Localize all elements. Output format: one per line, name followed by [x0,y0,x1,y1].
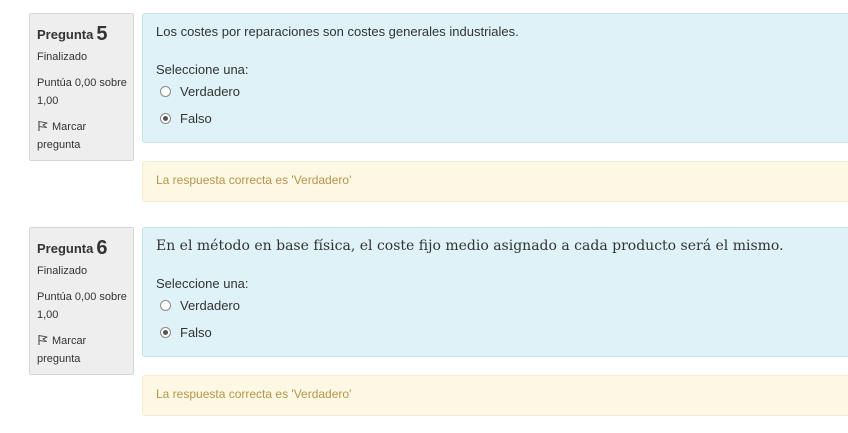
grade-line-1: Puntúa 0,00 sobre [37,77,127,89]
question-label: Pregunta [37,241,94,256]
flag-label-line-1: Marcar [52,335,87,347]
question-number-value: 5 [96,23,108,45]
flag-question-button[interactable]: Marcar pregunta [37,332,86,368]
radio-button-selected[interactable] [160,113,171,124]
grade-line-2: 1,00 [37,95,59,107]
answer-option-verdadero[interactable]: Verdadero [160,298,240,313]
option-label: Verdadero [180,298,240,313]
radio-button[interactable] [160,86,171,97]
correct-answer-feedback: La respuesta correcta es 'Verdadero' [142,161,848,202]
question-label: Pregunta [37,27,94,42]
question-state: Finalizado [37,51,88,63]
question-number: Pregunta 5 [37,23,107,46]
radio-button[interactable] [160,300,171,311]
question-number-value: 6 [96,237,108,259]
question-grade: Puntúa 0,00 sobre 1,00 [37,288,127,324]
question-content: En el método en base física, el coste fi… [142,227,848,357]
correct-answer-feedback: La respuesta correcta es 'Verdadero' [142,375,848,416]
flag-question-button[interactable]: Marcar pregunta [37,118,86,154]
grade-line-2: 1,00 [37,309,59,321]
flag-icon [38,335,48,345]
option-label: Falso [180,111,212,126]
question-number: Pregunta 6 [37,237,107,260]
question-info-panel: Pregunta 5 Finalizado Puntúa 0,00 sobre 1… [29,13,134,161]
answer-prompt: Seleccione una: [156,276,249,291]
answer-option-verdadero[interactable]: Verdadero [160,84,240,99]
answer-option-falso[interactable]: Falso [160,325,212,340]
question-text: Los costes por reparaciones son costes g… [156,24,519,39]
question-info-panel: Pregunta 6 Finalizado Puntúa 0,00 sobre 1… [29,227,134,375]
answer-option-falso[interactable]: Falso [160,111,212,126]
flag-label-line-1: Marcar [52,121,87,133]
feedback-text: La respuesta correcta es 'Verdadero' [156,173,352,187]
grade-line-1: Puntúa 0,00 sobre [37,291,127,303]
radio-button-selected[interactable] [160,327,171,338]
option-label: Verdadero [180,84,240,99]
question-text: En el método en base física, el coste fi… [156,238,784,254]
flag-icon [38,121,48,131]
question-state: Finalizado [37,265,88,277]
feedback-text: La respuesta correcta es 'Verdadero' [156,387,352,401]
question-content: Los costes por reparaciones son costes g… [142,13,848,143]
flag-label-line-2: pregunta [37,139,81,151]
question-grade: Puntúa 0,00 sobre 1,00 [37,74,127,110]
option-label: Falso [180,325,212,340]
answer-prompt: Seleccione una: [156,62,249,77]
flag-label-line-2: pregunta [37,353,81,365]
